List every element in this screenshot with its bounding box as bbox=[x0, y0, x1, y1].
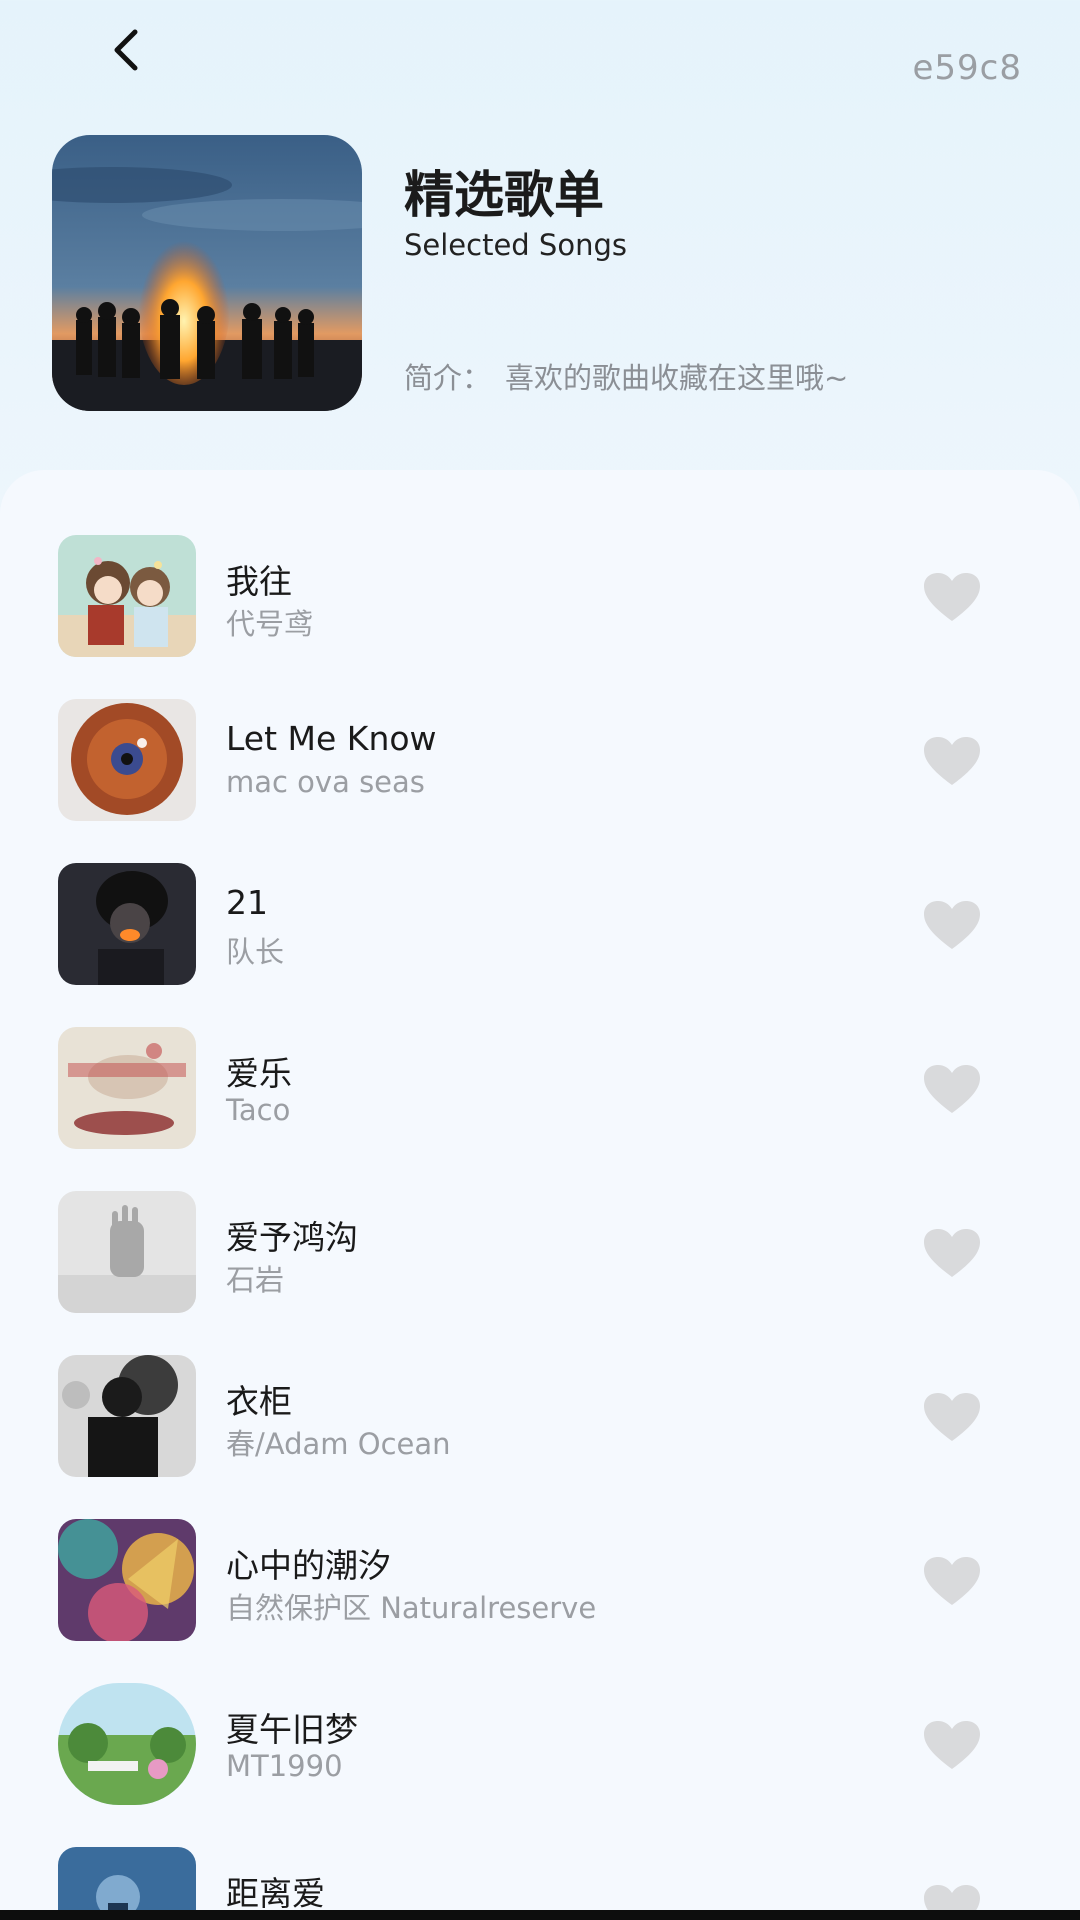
song-cover-image bbox=[58, 1355, 196, 1477]
song-title: 距离爱 bbox=[226, 1874, 325, 1913]
playlist-subtitle: Selected Songs bbox=[404, 228, 627, 262]
song-artist: MT1990 bbox=[226, 1749, 343, 1783]
song-row[interactable]: 心中的潮汐 自然保护区 Naturalreserve bbox=[0, 1519, 1080, 1683]
song-title: 爱乐 bbox=[226, 1054, 292, 1093]
song-cover-image bbox=[58, 699, 196, 821]
heart-icon[interactable] bbox=[922, 735, 982, 787]
song-title: Let Me Know bbox=[226, 719, 437, 758]
song-cover-image bbox=[58, 1683, 196, 1805]
song-artist: 队长 bbox=[226, 935, 285, 969]
song-title: 爱予鸿沟 bbox=[226, 1218, 358, 1257]
song-title: 我往 bbox=[226, 562, 292, 601]
heart-icon[interactable] bbox=[922, 1227, 982, 1279]
intro-label: 简介： bbox=[404, 361, 492, 395]
song-cover-image bbox=[58, 535, 196, 657]
song-title: 夏午旧梦 bbox=[226, 1710, 358, 1749]
back-button[interactable] bbox=[96, 20, 156, 80]
song-list: 我往 代号鸢 Let Me Know mac ova seas 21 队长 爱乐… bbox=[0, 470, 1080, 1920]
song-artist: 代号鸢 bbox=[226, 607, 314, 641]
bottom-edge bbox=[0, 1910, 1080, 1920]
heart-icon[interactable] bbox=[922, 899, 982, 951]
song-artist: 自然保护区 Naturalreserve bbox=[226, 1591, 597, 1625]
song-cover-image bbox=[58, 1191, 196, 1313]
song-title: 心中的潮汐 bbox=[226, 1546, 391, 1585]
song-artist: 石岩 bbox=[226, 1263, 285, 1297]
song-cover-image bbox=[58, 1027, 196, 1149]
song-artist: 春/Adam Ocean bbox=[226, 1427, 451, 1461]
song-row[interactable]: 爱乐 Taco bbox=[0, 1027, 1080, 1191]
heart-icon[interactable] bbox=[922, 1063, 982, 1115]
song-artist: mac ova seas bbox=[226, 765, 425, 799]
heart-icon[interactable] bbox=[922, 1555, 982, 1607]
song-artist: Taco bbox=[226, 1093, 291, 1127]
song-row[interactable]: 衣柜 春/Adam Ocean bbox=[0, 1355, 1080, 1519]
song-cover-image bbox=[58, 863, 196, 985]
song-title: 衣柜 bbox=[226, 1382, 292, 1421]
song-title: 21 bbox=[226, 883, 268, 922]
heart-icon[interactable] bbox=[922, 571, 982, 623]
song-cover-image bbox=[58, 1519, 196, 1641]
playlist-code: e59c8 bbox=[912, 48, 1022, 88]
playlist-title: 精选歌单 bbox=[404, 166, 604, 224]
song-row[interactable]: 我往 代号鸢 bbox=[0, 535, 1080, 699]
heart-icon[interactable] bbox=[922, 1391, 982, 1443]
playlist-intro: 简介： 喜欢的歌曲收藏在这里哦~ bbox=[404, 355, 848, 397]
intro-text: 喜欢的歌曲收藏在这里哦~ bbox=[505, 361, 849, 395]
heart-icon[interactable] bbox=[922, 1719, 982, 1771]
playlist-header: e59c8 精选歌单 Selected Songs 简介： 喜欢的歌曲收藏在这里… bbox=[0, 0, 1080, 470]
chevron-left-icon bbox=[114, 29, 138, 71]
playlist-cover-image bbox=[52, 135, 362, 411]
song-row[interactable]: 夏午旧梦 MT1990 bbox=[0, 1683, 1080, 1847]
song-row[interactable]: 21 队长 bbox=[0, 863, 1080, 1027]
song-row[interactable]: 爱予鸿沟 石岩 bbox=[0, 1191, 1080, 1355]
song-row[interactable]: Let Me Know mac ova seas bbox=[0, 699, 1080, 863]
